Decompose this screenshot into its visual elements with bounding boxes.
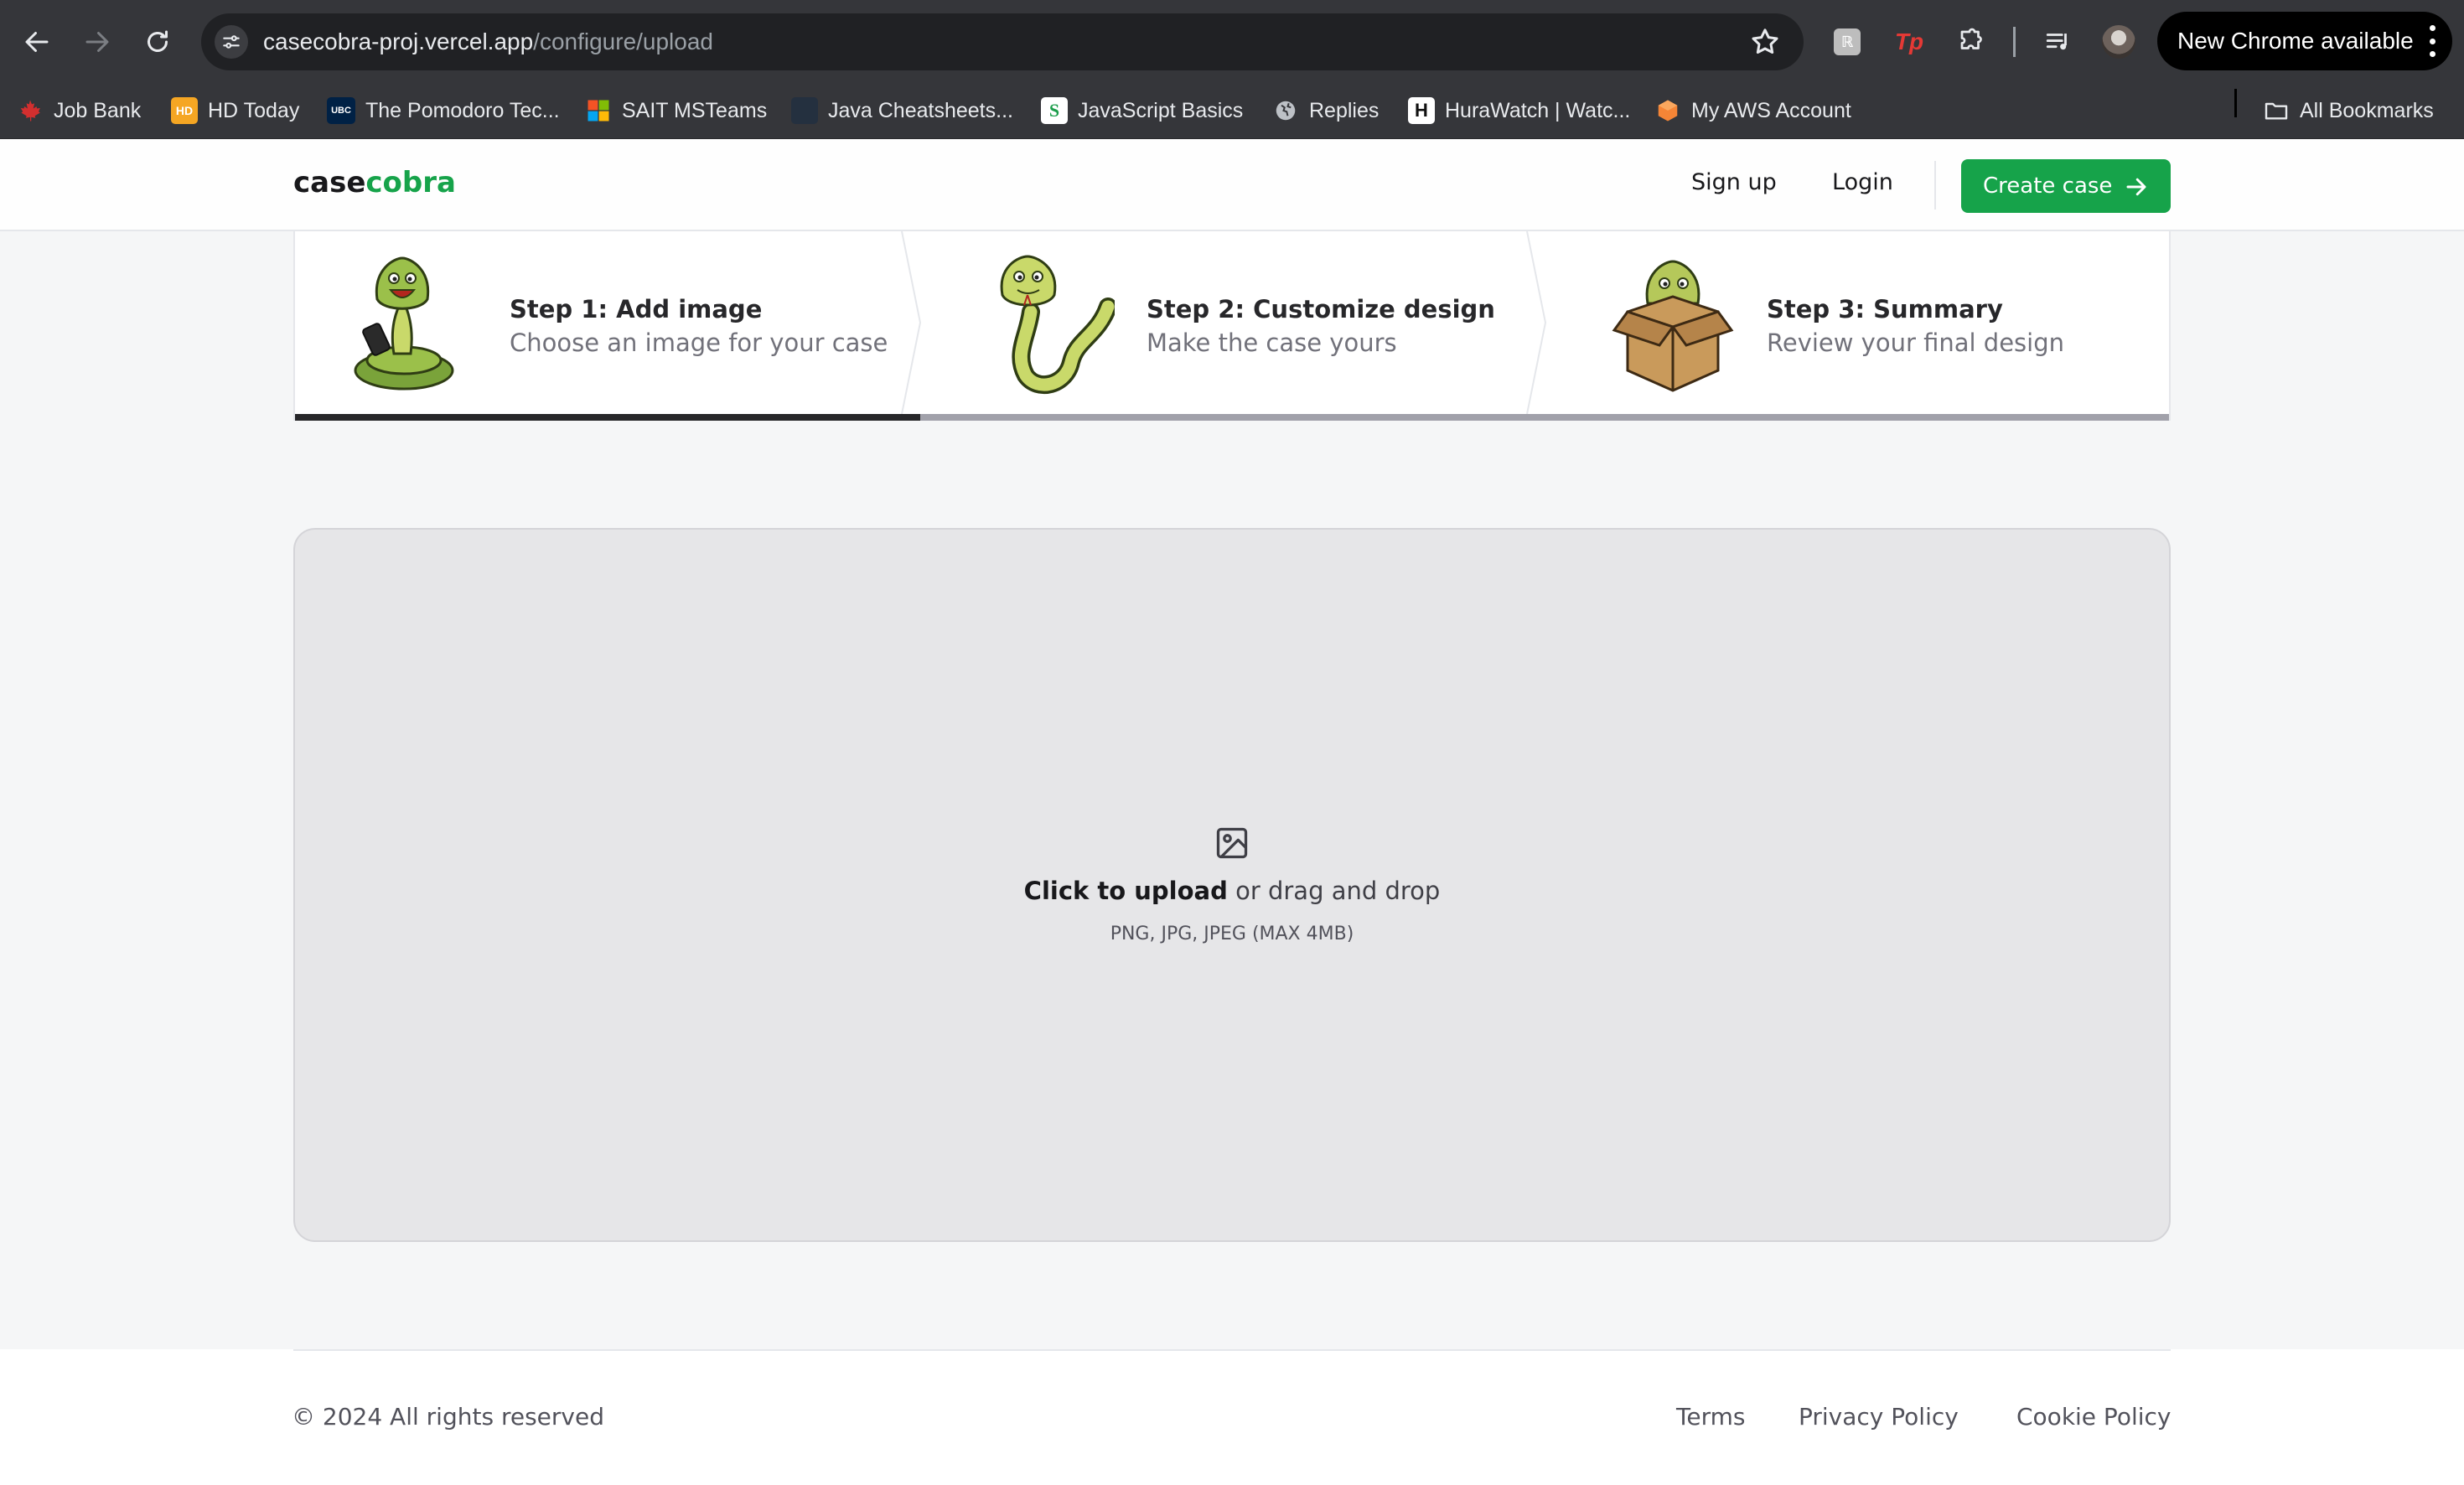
update-label: New Chrome available <box>2177 28 2414 54</box>
bookmark-java-cheatsheets[interactable]: Java Cheatsheets... <box>791 92 1013 129</box>
create-case-button[interactable]: Create case <box>1961 159 2171 213</box>
bookmark-hd-today[interactable]: HD HD Today <box>171 92 299 129</box>
step-description: Review your final design <box>1767 329 2065 357</box>
profile-avatar[interactable] <box>2100 23 2137 60</box>
bookmark-label: Java Cheatsheets... <box>828 98 1013 122</box>
click-to-upload-text[interactable]: Click to upload <box>1024 877 1228 905</box>
bookmark-label: HuraWatch | Watc... <box>1445 98 1631 122</box>
back-button[interactable] <box>13 18 60 65</box>
microsoft-icon <box>585 97 612 124</box>
bookmark-star-icon[interactable] <box>1748 25 1782 59</box>
bookmark-hurawatch[interactable]: H HuraWatch | Watc... <box>1408 92 1630 129</box>
bookmark-label: SAIT MSTeams <box>622 98 768 122</box>
globe-icon <box>1272 97 1299 124</box>
copyright-text: © 2024 All rights reserved <box>292 1403 604 1431</box>
reload-button[interactable] <box>134 18 181 65</box>
arrow-left-icon <box>25 32 49 52</box>
casecobra-logo[interactable]: casecobra <box>293 166 456 199</box>
ubc-icon: UBC <box>327 97 355 124</box>
step-title: Step 1: Add image <box>510 295 763 323</box>
snake-with-phone-illustration <box>354 256 454 391</box>
arrow-right-icon <box>2126 178 2146 196</box>
address-bar[interactable]: casecobra-proj.vercel.app/configure/uplo… <box>201 13 1804 70</box>
folder-icon <box>2263 97 2290 124</box>
arrow-right-icon <box>85 32 109 52</box>
bookmark-job-bank[interactable]: Job Bank <box>17 92 141 129</box>
bookmark-label: JavaScript Basics <box>1078 98 1244 122</box>
url-path: /configure/upload <box>533 28 713 54</box>
new-chrome-available-button[interactable]: New Chrome available <box>2157 12 2452 70</box>
logo-accent-text: cobra <box>365 166 456 199</box>
bookmark-label: My AWS Account <box>1691 98 1851 122</box>
url-host: casecobra-proj.vercel.app <box>263 28 534 54</box>
bookmark-sait-msteams[interactable]: SAIT MSTeams <box>585 92 767 129</box>
java-icon <box>791 97 818 124</box>
accepted-formats: PNG, JPG, JPEG (MAX 4MB) <box>1110 924 1354 944</box>
extension-tp-icon[interactable]: Tp <box>1891 23 1928 60</box>
upload-dropzone[interactable]: Click to upload or drag and drop PNG, JP… <box>293 528 2171 1242</box>
step-progress-bar <box>920 414 1545 421</box>
step-description: Make the case yours <box>1147 329 1397 357</box>
bookmark-label: All Bookmarks <box>2300 98 2434 122</box>
bookmark-replies[interactable]: Replies <box>1272 92 1379 129</box>
url-text[interactable]: casecobra-proj.vercel.app/configure/uplo… <box>263 28 713 55</box>
site-header: casecobra Sign up Login Create case <box>0 139 2464 231</box>
logo-main-text: case <box>293 166 366 199</box>
all-bookmarks-button[interactable]: All Bookmarks <box>2263 92 2434 129</box>
footer-divider <box>293 1349 2171 1351</box>
cookie-policy-link[interactable]: Cookie Policy <box>2016 1403 2171 1431</box>
more-menu-icon[interactable] <box>2429 25 2436 57</box>
bookmark-label: Replies <box>1309 98 1380 122</box>
image-icon <box>1216 827 1248 859</box>
bookmarks-separator <box>2234 89 2237 117</box>
login-link[interactable]: Login <box>1832 169 1893 195</box>
step-progress-bar <box>295 414 920 421</box>
step-summary: Step 3: Summary Review your final design <box>1545 231 2169 421</box>
step-customize-design: Step 2: Customize design Make the case y… <box>920 231 1547 421</box>
snake-slithering-illustration <box>1000 255 1115 395</box>
hd-icon: HD <box>171 97 198 124</box>
bookmark-label: HD Today <box>208 98 300 122</box>
terms-link[interactable]: Terms <box>1676 1403 1745 1431</box>
site-info-icon[interactable] <box>215 25 248 59</box>
progress-steps: Step 1: Add image Choose an image for yo… <box>293 231 2171 421</box>
site-footer: © 2024 All rights reserved Terms Privacy… <box>0 1349 2464 1485</box>
extensions-puzzle-icon[interactable] <box>1951 23 1988 60</box>
browser-toolbar: casecobra-proj.vercel.app/configure/uplo… <box>0 0 2464 84</box>
toolbar-separator <box>2013 27 2016 57</box>
header-divider <box>1934 161 1936 210</box>
step-description: Choose an image for your case <box>510 329 888 357</box>
step-title: Step 2: Customize design <box>1147 295 1495 323</box>
hurawatch-icon: H <box>1408 97 1435 124</box>
maple-leaf-icon <box>17 97 44 124</box>
step-add-image: Step 1: Add image Choose an image for yo… <box>295 231 922 421</box>
snake-in-box-illustration <box>1612 260 1734 392</box>
forward-button[interactable] <box>74 18 121 65</box>
step-separator-chevron <box>901 231 922 414</box>
bookmark-label: The Pomodoro Tec... <box>365 98 560 122</box>
aws-icon <box>1654 97 1681 124</box>
step-separator-chevron <box>1526 231 1547 414</box>
bookmark-label: Job Bank <box>54 98 142 122</box>
bookmark-aws[interactable]: My AWS Account <box>1654 92 1851 129</box>
privacy-policy-link[interactable]: Privacy Policy <box>1799 1403 1959 1431</box>
bookmark-javascript-basics[interactable]: S JavaScript Basics <box>1041 92 1243 129</box>
signup-link[interactable]: Sign up <box>1691 169 1777 195</box>
media-controls-icon[interactable] <box>2040 23 2077 60</box>
upload-instructions: Click to upload or drag and drop <box>295 877 2169 905</box>
bookmark-pomodoro[interactable]: UBC The Pomodoro Tec... <box>327 92 560 129</box>
javascript-basics-icon: S <box>1041 97 1068 124</box>
bookmarks-bar: Job Bank HD HD Today UBC The Pomodoro Te… <box>0 84 2464 139</box>
drag-drop-text: or drag and drop <box>1227 877 1441 905</box>
step-progress-bar <box>1545 414 2169 421</box>
create-case-label: Create case <box>1983 173 2113 199</box>
reload-icon <box>148 30 168 52</box>
extension-grey-icon[interactable]: ℝ <box>1829 23 1866 60</box>
step-title: Step 3: Summary <box>1767 295 2003 323</box>
